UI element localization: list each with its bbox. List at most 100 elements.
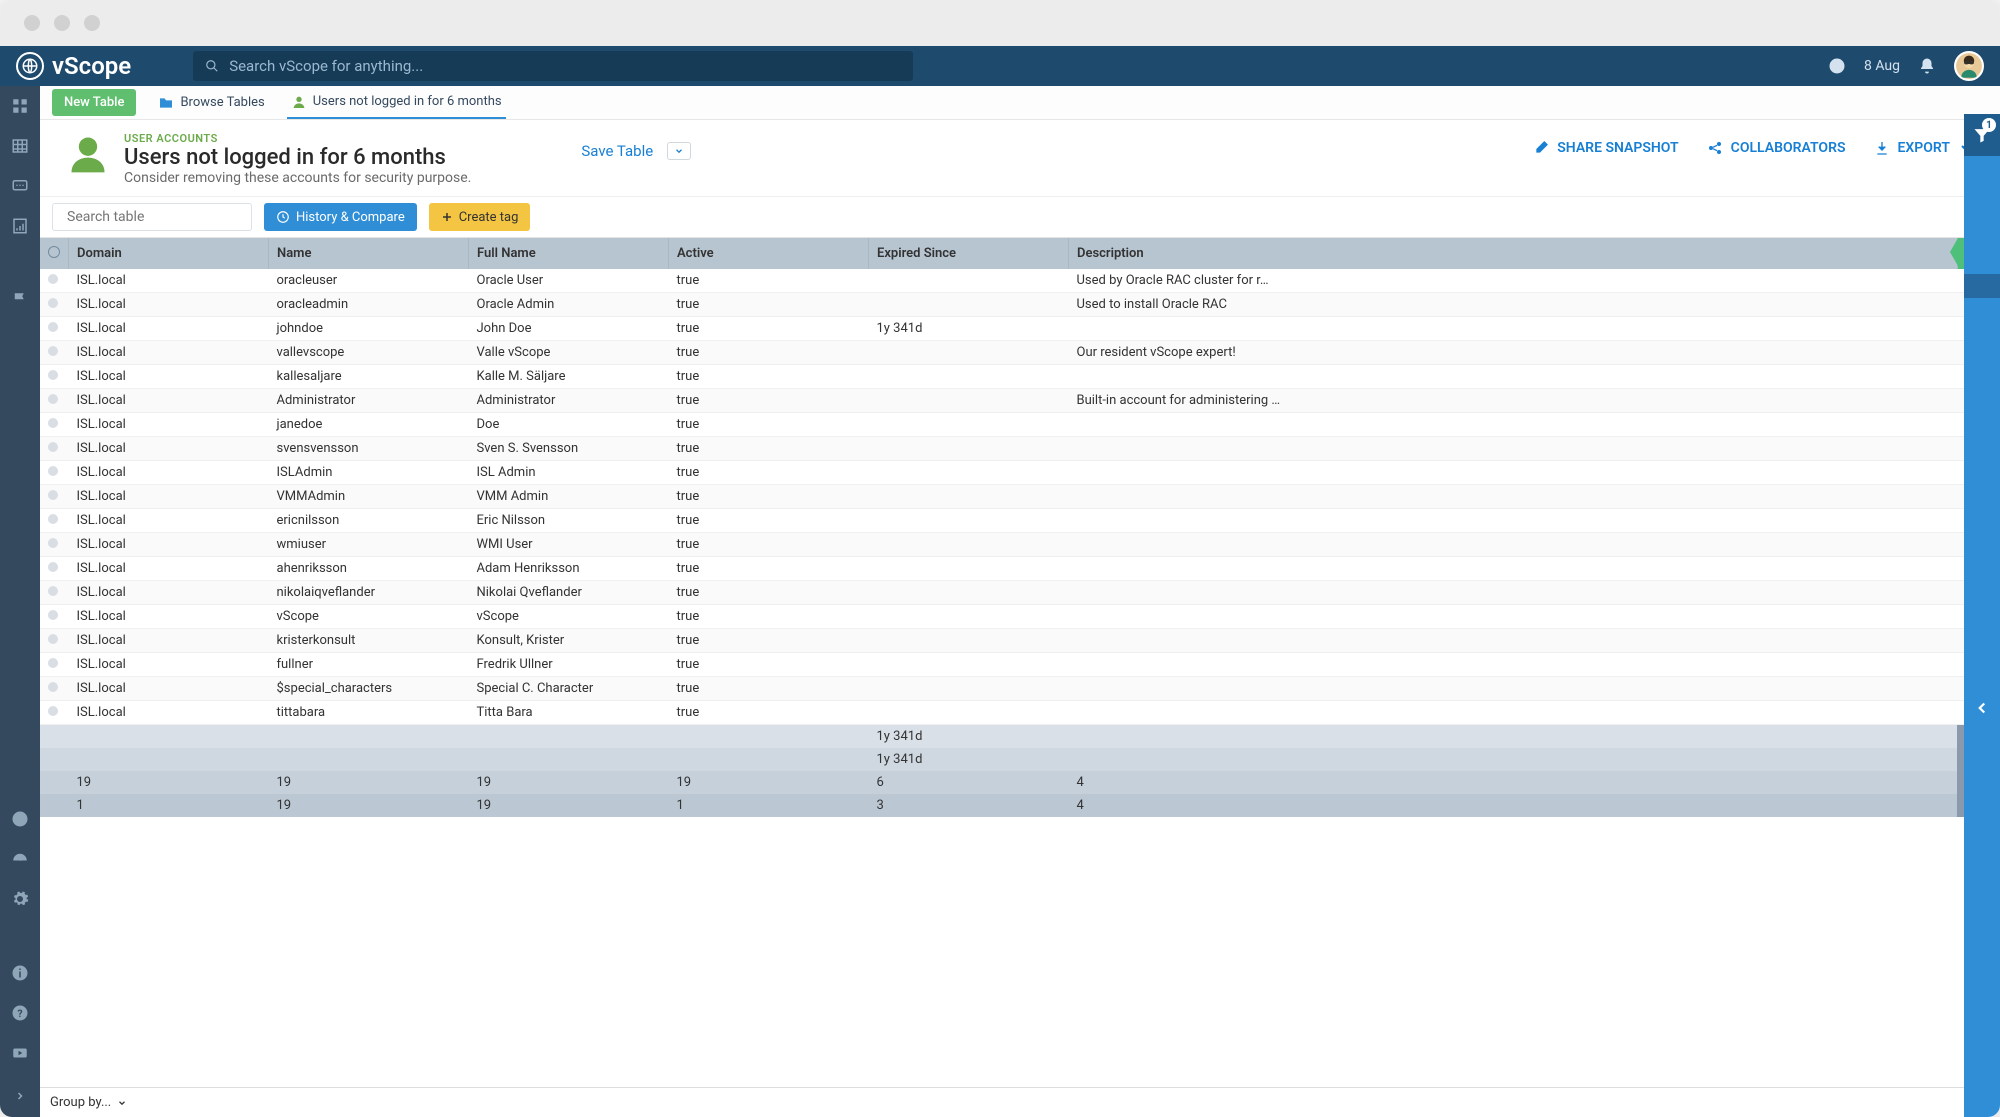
table-row[interactable]: ISL.local fullner Fredrik Ullner true (40, 653, 2000, 677)
cell-expired (869, 509, 1069, 533)
cell-expired (869, 341, 1069, 365)
collaborators-button[interactable]: COLLABORATORS (1707, 140, 1846, 156)
row-select[interactable] (40, 509, 69, 533)
cell-name: nikolaiqveflander (269, 581, 469, 605)
window-min-dot[interactable] (54, 15, 70, 31)
target-icon[interactable] (1828, 57, 1846, 75)
filter-button[interactable]: 1 (1964, 114, 2000, 156)
sidebar-help[interactable]: ? (8, 1001, 32, 1025)
row-select[interactable] (40, 437, 69, 461)
col-domain[interactable]: Domain (69, 238, 269, 269)
row-select[interactable] (40, 269, 69, 293)
sidebar-messages[interactable] (8, 174, 32, 198)
col-active[interactable]: Active (669, 238, 869, 269)
cell-expired (869, 605, 1069, 629)
table-row[interactable]: ISL.local VMMAdmin VMM Admin true (40, 485, 2000, 509)
sidebar-settings[interactable] (8, 887, 32, 911)
table-row[interactable]: ISL.local oracleuser Oracle User true Us… (40, 269, 2000, 293)
cell-active: true (669, 413, 869, 437)
global-search[interactable] (193, 51, 913, 81)
save-table-link[interactable]: Save Table (581, 142, 691, 160)
new-table-button[interactable]: New Table (52, 89, 136, 116)
share-snapshot-button[interactable]: SHARE SNAPSHOT (1533, 140, 1678, 156)
table-search[interactable] (52, 203, 252, 231)
tab-browse-tables[interactable]: Browse Tables (154, 86, 268, 119)
save-table-dropdown[interactable] (667, 142, 691, 160)
cell-expired (869, 389, 1069, 413)
row-select[interactable] (40, 365, 69, 389)
sidebar-speed[interactable] (8, 847, 32, 871)
cell-domain: ISL.local (69, 701, 269, 725)
row-select[interactable] (40, 461, 69, 485)
window-close-dot[interactable] (24, 15, 40, 31)
table-row[interactable]: ISL.local johndoe John Doe true 1y 341d (40, 317, 2000, 341)
sidebar-dashboard[interactable] (8, 94, 32, 118)
row-select[interactable] (40, 629, 69, 653)
table-row[interactable]: ISL.local ISLAdmin ISL Admin true (40, 461, 2000, 485)
table-row[interactable]: ISL.local $special_characters Special C.… (40, 677, 2000, 701)
sidebar-video[interactable] (8, 1041, 32, 1065)
col-name[interactable]: Name (269, 238, 469, 269)
row-select[interactable] (40, 653, 69, 677)
table-row[interactable]: ISL.local nikolaiqveflander Nikolai Qvef… (40, 581, 2000, 605)
cell-active: true (669, 653, 869, 677)
cell-full-name: Titta Bara (469, 701, 669, 725)
globe-icon (16, 52, 44, 80)
bell-icon[interactable] (1918, 57, 1936, 75)
table-row[interactable]: ISL.local svensvensson Sven S. Svensson … (40, 437, 2000, 461)
cell-description (1069, 653, 1958, 677)
table-row[interactable]: ISL.local Administrator Administrator tr… (40, 389, 2000, 413)
brand-logo[interactable]: vScope (16, 52, 131, 80)
sidebar-reports[interactable] (8, 214, 32, 238)
export-button[interactable]: EXPORT (1874, 140, 1974, 156)
cell-name: oracleadmin (269, 293, 469, 317)
window-max-dot[interactable] (84, 15, 100, 31)
history-compare-button[interactable]: History & Compare (264, 203, 417, 231)
table-row[interactable]: ISL.local ahenriksson Adam Henriksson tr… (40, 557, 2000, 581)
row-select[interactable] (40, 557, 69, 581)
table-row[interactable]: ISL.local tittabara Titta Bara true (40, 701, 2000, 725)
table-row[interactable]: ISL.local kristerkonsult Konsult, Kriste… (40, 629, 2000, 653)
row-select[interactable] (40, 677, 69, 701)
table-row[interactable]: ISL.local oracleadmin Oracle Admin true … (40, 293, 2000, 317)
rail-expand-button[interactable] (1964, 684, 2000, 732)
cell-expired: 1y 341d (869, 317, 1069, 341)
cell-full-name: Oracle Admin (469, 293, 669, 317)
table-row[interactable]: ISL.local vScope vScope true (40, 605, 2000, 629)
sidebar-flag[interactable] (8, 288, 32, 312)
sidebar-info[interactable] (8, 961, 32, 985)
table-row[interactable]: ISL.local ericnilsson Eric Nilsson true (40, 509, 2000, 533)
group-by-dropdown[interactable]: Group by... (50, 1095, 127, 1110)
table-row[interactable]: ISL.local kallesaljare Kalle M. Säljare … (40, 365, 2000, 389)
row-select[interactable] (40, 581, 69, 605)
col-full-name[interactable]: Full Name (469, 238, 669, 269)
row-select[interactable] (40, 413, 69, 437)
data-table-wrapper: Domain Name Full Name Active Expired Sin… (40, 238, 2000, 1087)
sidebar-expand[interactable] (0, 1081, 40, 1111)
table-row[interactable]: ISL.local wmiuser WMI User true (40, 533, 2000, 557)
cell-domain: ISL.local (69, 557, 269, 581)
sidebar-tables[interactable] (8, 134, 32, 158)
table-row[interactable]: ISL.local janedoe Doe true (40, 413, 2000, 437)
create-tag-button[interactable]: Create tag (429, 203, 531, 231)
col-description[interactable]: Description (1069, 238, 1958, 269)
table-row[interactable]: ISL.local vallevscope Valle vScope true … (40, 341, 2000, 365)
row-select[interactable] (40, 389, 69, 413)
table-search-input[interactable] (67, 209, 245, 225)
row-select[interactable] (40, 341, 69, 365)
row-select[interactable] (40, 293, 69, 317)
cell-expired (869, 629, 1069, 653)
tab-current[interactable]: Users not logged in for 6 months (287, 86, 506, 119)
row-select[interactable] (40, 701, 69, 725)
sidebar-discovery[interactable] (8, 807, 32, 831)
row-select[interactable] (40, 533, 69, 557)
row-select[interactable] (40, 485, 69, 509)
select-all-checkbox[interactable] (40, 238, 69, 269)
col-expired-since[interactable]: Expired Since (869, 238, 1069, 269)
user-avatar[interactable] (1954, 51, 1984, 81)
row-select[interactable] (40, 605, 69, 629)
global-search-input[interactable] (229, 57, 901, 75)
cell-active: true (669, 581, 869, 605)
row-select[interactable] (40, 317, 69, 341)
cell-description (1069, 485, 1958, 509)
